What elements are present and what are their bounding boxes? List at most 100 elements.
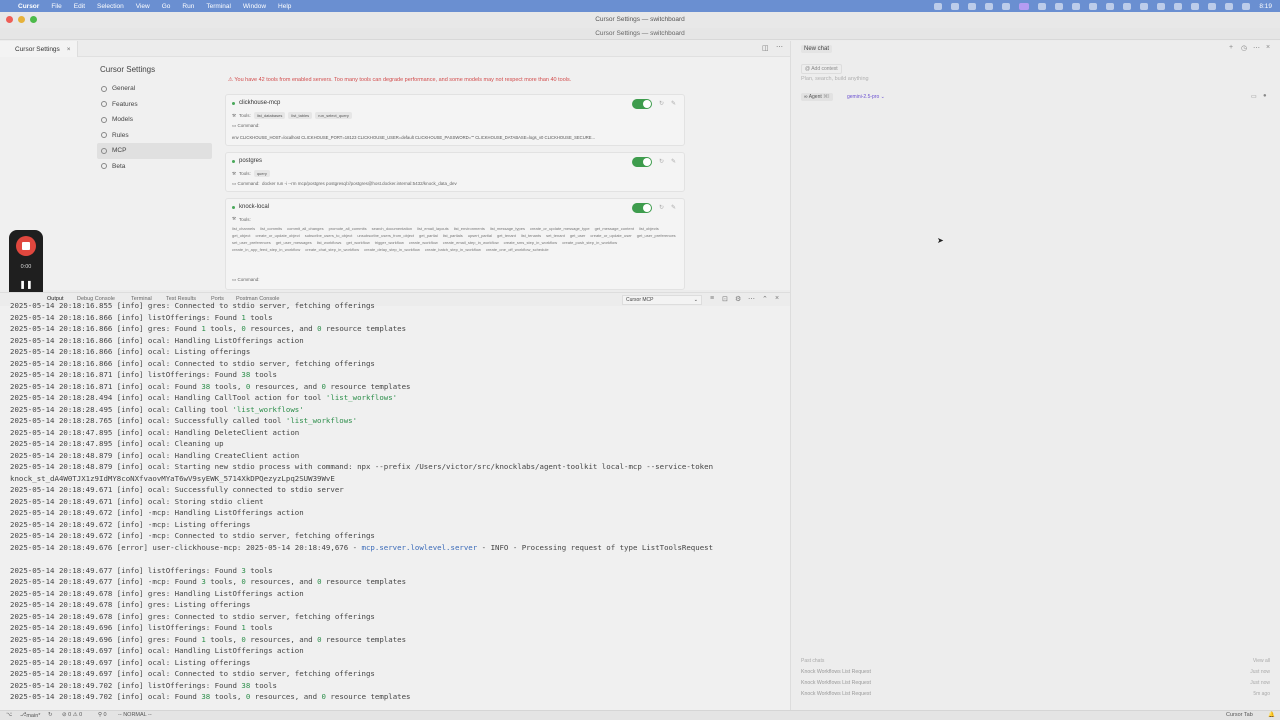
log-line: 2025-05-14 20:18:28.495 [info] ocal: Cal… [10, 404, 304, 414]
tray-icon[interactable] [934, 2, 943, 10]
menu-view[interactable]: View [136, 3, 150, 10]
maximize-panel-icon[interactable]: ⌃ [762, 295, 768, 303]
filter-list-icon[interactable]: ≡ [710, 295, 714, 302]
settings-nav-mcp[interactable]: MCP [97, 143, 212, 159]
tray-icon[interactable] [1106, 2, 1115, 10]
refresh-icon[interactable]: ↻ [659, 204, 664, 211]
stop-recording-button[interactable] [16, 236, 36, 256]
tool-chip: list_channels [232, 226, 256, 231]
menu-go[interactable]: Go [162, 3, 171, 10]
settings-nav-beta[interactable]: Beta [97, 159, 212, 175]
refresh-icon[interactable]: ↻ [659, 158, 664, 165]
tray-icon[interactable] [1038, 2, 1047, 10]
remote-icon[interactable]: ⌥ [6, 712, 12, 718]
menu-help[interactable]: Help [278, 3, 291, 10]
tray-icon[interactable] [1140, 2, 1149, 10]
past-chat-item[interactable]: Knock Workflows List Request [801, 691, 871, 697]
past-chat-item[interactable]: Knock Workflows List Request [801, 669, 871, 675]
tray-icon[interactable] [1002, 2, 1011, 10]
ports-indicator[interactable]: ⚲ 0 [98, 712, 107, 718]
tray-icon[interactable] [985, 2, 994, 10]
log-line: 2025-05-14 20:18:48.879 [info] ocal: Sta… [10, 462, 714, 471]
server-enable-toggle[interactable] [632, 203, 652, 213]
search-icon[interactable] [1225, 2, 1234, 10]
settings-nav-rules[interactable]: Rules [97, 128, 212, 144]
bluetooth-icon[interactable] [1157, 2, 1166, 10]
split-editor-icon[interactable]: ◫ [762, 44, 769, 52]
tray-icon[interactable] [951, 2, 960, 10]
history-icon[interactable]: ◷ [1241, 44, 1247, 52]
battery-icon[interactable] [1191, 2, 1200, 10]
menu-file[interactable]: File [51, 3, 61, 10]
server-enable-toggle[interactable] [632, 99, 652, 109]
tool-chip: trigger_workflow [374, 240, 404, 245]
settings-nav-features[interactable]: Features [97, 97, 212, 113]
zoom-window-button[interactable] [30, 16, 37, 23]
chat-tab-title[interactable]: New chat [801, 45, 833, 53]
edit-icon[interactable]: ✎ [671, 204, 676, 211]
chat-input[interactable]: Plan, search, build anything [801, 76, 869, 82]
more-actions-icon[interactable]: ⋯ [748, 295, 755, 303]
past-chat-item[interactable]: Knock Workflows List Request [801, 680, 871, 686]
more-actions-icon[interactable]: ⋯ [776, 43, 783, 51]
sync-icon[interactable]: ↻ [48, 712, 53, 718]
tool-chip: query [253, 170, 270, 177]
volume-icon[interactable] [1174, 2, 1183, 10]
branch-indicator[interactable]: ⎇ main* [20, 712, 40, 719]
gear-icon [101, 85, 107, 92]
tool-chip: get_tenant [496, 233, 516, 238]
problems-indicator[interactable]: ⊘ 0 ⚠ 0 [62, 712, 82, 718]
mcp-server-card: knock-local ↻ ✎ ⚒ Tools: list_channels li… [225, 198, 685, 290]
gear-icon[interactable]: ⚙ [735, 295, 741, 303]
tray-icon[interactable] [1055, 2, 1064, 10]
menu-app[interactable]: Cursor [18, 3, 39, 10]
notifications-icon[interactable]: 🔔 [1268, 712, 1275, 718]
tab-cursor-settings[interactable]: Cursor Settings × [0, 41, 78, 57]
close-tab-icon[interactable]: × [67, 46, 71, 53]
menubar-clock[interactable]: 8:19 [1259, 3, 1272, 10]
server-enable-toggle[interactable] [632, 157, 652, 167]
settings-title: Cursor Settings [100, 65, 156, 74]
screen-record-icon[interactable] [1019, 2, 1030, 10]
more-actions-icon[interactable]: ⋯ [1253, 44, 1260, 52]
menu-run[interactable]: Run [182, 3, 194, 10]
refresh-icon[interactable]: ↻ [659, 100, 664, 107]
tray-icon[interactable] [1072, 2, 1081, 10]
image-icon[interactable]: ▭ [1251, 93, 1257, 100]
view-all-link[interactable]: View all [1253, 658, 1270, 664]
tools-label: Tools: [239, 171, 251, 176]
model-select[interactable]: gemini-2.5-pro ⌄ [847, 94, 885, 100]
new-chat-icon[interactable]: + [1229, 44, 1233, 51]
tray-icon[interactable] [968, 2, 977, 10]
output-channel-select[interactable]: Cursor MCP ⌄ [622, 295, 702, 305]
menu-tray: 8:19 [934, 2, 1272, 10]
agent-mode-select[interactable]: ∞ Agent ⌘I [801, 93, 833, 101]
menu-selection[interactable]: Selection [97, 3, 124, 10]
server-name-label: clickhouse-mcp [239, 100, 281, 106]
chevron-down-icon: ⌄ [693, 297, 698, 303]
send-icon[interactable]: ● [1263, 93, 1267, 99]
close-panel-icon[interactable]: × [775, 295, 779, 302]
close-chat-icon[interactable]: × [1266, 44, 1270, 51]
add-context-button[interactable]: @ Add context [801, 64, 842, 74]
wifi-icon[interactable] [1208, 2, 1217, 10]
pause-icon[interactable]: ❚❚ [9, 280, 43, 289]
minimize-window-button[interactable] [18, 16, 25, 23]
mcp-icon [101, 147, 107, 154]
close-window-button[interactable] [6, 16, 13, 23]
menu-terminal[interactable]: Terminal [206, 3, 231, 10]
control-center-icon[interactable] [1242, 2, 1251, 10]
output-log[interactable]: 2025-05-14 20:18:16.855 [info] gres: Con… [0, 301, 790, 710]
log-line: 2025-05-14 20:18:49.697 [info] ocal: Con… [10, 669, 375, 678]
menu-edit[interactable]: Edit [74, 3, 85, 10]
output-channel-value: Cursor MCP [626, 297, 654, 303]
lock-icon[interactable]: ⊡ [722, 295, 728, 303]
tray-icon[interactable] [1089, 2, 1098, 10]
edit-icon[interactable]: ✎ [671, 100, 676, 107]
settings-nav-general[interactable]: General [97, 81, 212, 97]
edit-icon[interactable]: ✎ [671, 158, 676, 165]
cursor-tab-status[interactable]: Cursor Tab [1226, 712, 1253, 718]
settings-nav-models[interactable]: Models [97, 112, 212, 128]
tray-icon[interactable] [1123, 2, 1132, 10]
menu-window[interactable]: Window [243, 3, 266, 10]
